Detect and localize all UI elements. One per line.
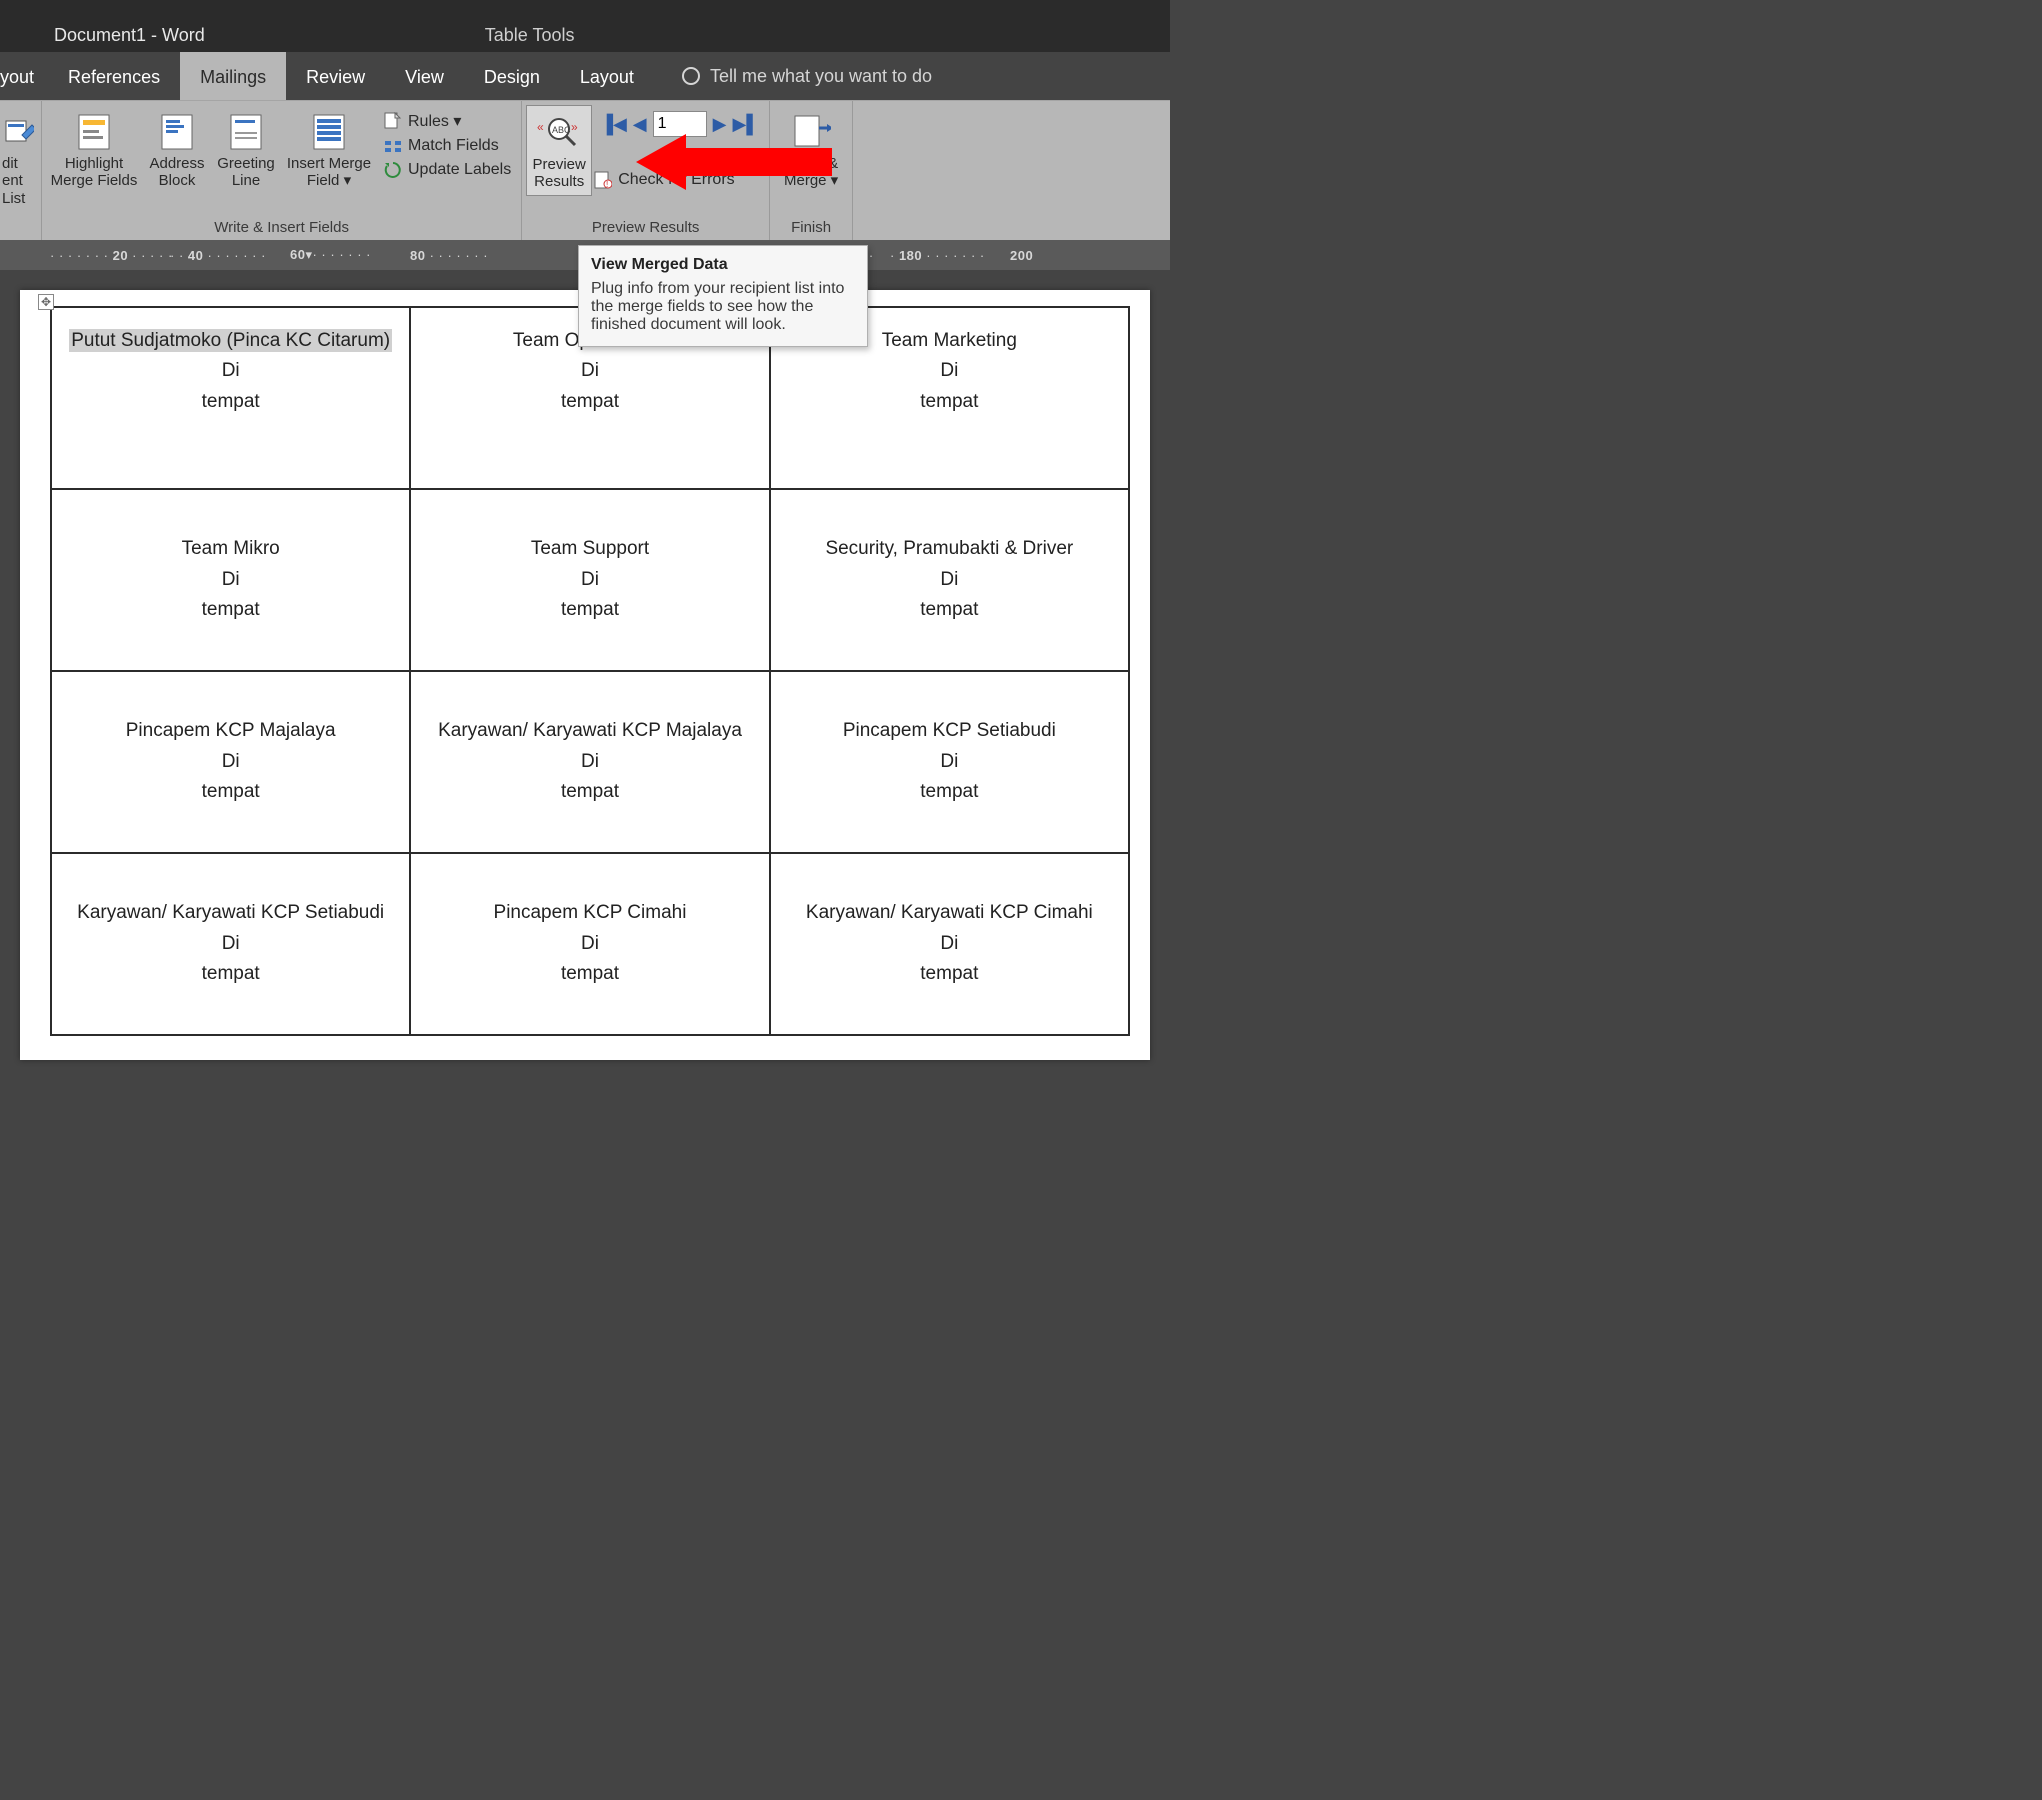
- first-record-button[interactable]: ▐◀: [600, 114, 627, 135]
- ribbon-tabs: yout References Mailings Review View Des…: [0, 52, 1170, 100]
- tab-review[interactable]: Review: [286, 52, 385, 100]
- insert-merge-field-button[interactable]: Insert Merge Field ▾: [282, 105, 376, 194]
- label-cell[interactable]: Pincapem KCP MajalayaDitempat: [51, 671, 410, 853]
- label-cell[interactable]: Team SupportDitempat: [410, 489, 769, 671]
- tab-references[interactable]: References: [48, 52, 180, 100]
- label-cell[interactable]: Security, Pramubakti & DriverDitempat: [770, 489, 1129, 671]
- label-cell[interactable]: Karyawan/ Karyawati KCP MajalayaDitempat: [410, 671, 769, 853]
- edit-list-icon: [2, 109, 35, 155]
- label-cell[interactable]: Putut Sudjatmoko (Pinca KC Citarum)Ditem…: [51, 307, 410, 489]
- table-move-handle[interactable]: ✥: [38, 294, 54, 310]
- label-cell[interactable]: Pincapem KCP SetiabudiDitempat: [770, 671, 1129, 853]
- address-block-button[interactable]: Address Block: [144, 105, 210, 194]
- greeting-line-icon: [214, 109, 278, 155]
- tab-design[interactable]: Design: [464, 52, 560, 100]
- tab-layout-truncated[interactable]: yout: [0, 52, 48, 100]
- labels-table: Putut Sudjatmoko (Pinca KC Citarum)Ditem…: [50, 306, 1130, 1036]
- document-area: · · · · · · · 20 · · · · · · · 40 · · · …: [0, 240, 1170, 1060]
- svg-text:«: «: [537, 120, 544, 134]
- annotation-red-arrow: [636, 130, 836, 194]
- edit-recipient-list-button[interactable]: dit ent List: [0, 105, 37, 211]
- rules-button[interactable]: Rules ▾: [384, 111, 511, 131]
- greeting-line-button[interactable]: Greeting Line: [212, 105, 280, 194]
- title-bar: Document1 - Word Table Tools: [0, 0, 1170, 52]
- svg-text:»: »: [571, 120, 578, 134]
- group-label-finish: Finish: [774, 219, 848, 238]
- highlight-icon: [48, 109, 140, 155]
- label-cell[interactable]: Pincapem KCP CimahiDitempat: [410, 853, 769, 1035]
- tooltip-title: View Merged Data: [591, 256, 855, 274]
- tab-mailings[interactable]: Mailings: [180, 52, 286, 100]
- label-cell[interactable]: Karyawan/ Karyawati KCP SetiabudiDitempa…: [51, 853, 410, 1035]
- tell-me-placeholder: Tell me what you want to do: [710, 66, 932, 87]
- svg-text:ABC: ABC: [552, 125, 571, 135]
- tooltip-view-merged-data: View Merged Data Plug info from your rec…: [578, 245, 868, 347]
- tell-me-search[interactable]: Tell me what you want to do: [682, 52, 932, 100]
- group-label-preview: Preview Results: [526, 219, 765, 238]
- tooltip-body: Plug info from your recipient list into …: [591, 280, 855, 334]
- tab-view[interactable]: View: [385, 52, 464, 100]
- highlight-merge-fields-button[interactable]: Highlight Merge Fields: [46, 105, 142, 194]
- rules-icon: [384, 112, 402, 130]
- lightbulb-icon: [682, 67, 700, 85]
- group-label-write-insert: Write & Insert Fields: [46, 219, 517, 238]
- match-fields-icon: [384, 137, 402, 155]
- label-cell[interactable]: Karyawan/ Karyawati KCP CimahiDitempat: [770, 853, 1129, 1035]
- svg-text:!: !: [606, 180, 608, 189]
- document-page[interactable]: ✥ Putut Sudjatmoko (Pinca KC Citarum)Dit…: [20, 290, 1150, 1060]
- tab-layout[interactable]: Layout: [560, 52, 654, 100]
- preview-results-icon: « » ABC: [529, 110, 589, 156]
- match-fields-button[interactable]: Match Fields: [384, 137, 511, 155]
- preview-results-button[interactable]: « » ABC Preview Results: [526, 105, 592, 196]
- ribbon: dit ent List Highlight Merge Fields Addr…: [0, 100, 1170, 240]
- document-title: Document1 - Word: [54, 25, 205, 46]
- context-tab-label: Table Tools: [485, 25, 575, 46]
- update-labels-button[interactable]: Update Labels: [384, 161, 511, 179]
- insert-merge-field-icon: [284, 109, 374, 155]
- label-cell[interactable]: Team MikroDitempat: [51, 489, 410, 671]
- address-block-icon: [146, 109, 208, 155]
- update-labels-icon: [384, 161, 402, 179]
- check-errors-icon: !: [594, 171, 612, 189]
